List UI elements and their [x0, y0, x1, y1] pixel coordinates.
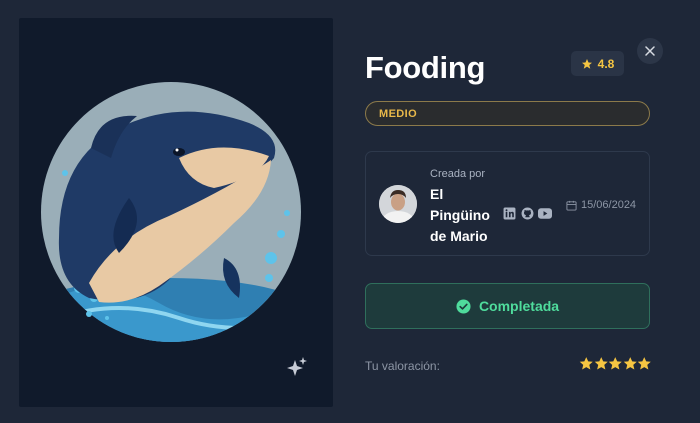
creation-date: 15/06/2024 — [566, 199, 636, 211]
social-links — [502, 206, 552, 220]
created-by-label: Creada por — [430, 168, 486, 180]
star-icon[interactable] — [579, 356, 594, 371]
challenge-modal: Fooding 4.8 MEDIO Creada por El Pingüino… — [0, 0, 700, 423]
rating-value: 4.8 — [597, 56, 615, 71]
star-icon — [581, 58, 592, 69]
challenge-image — [19, 18, 333, 407]
youtube-icon[interactable] — [538, 206, 552, 220]
page-title: Fooding — [365, 50, 486, 85]
close-icon — [645, 46, 655, 56]
star-icon[interactable] — [608, 356, 623, 371]
close-button[interactable] — [637, 38, 663, 64]
github-icon[interactable] — [520, 206, 534, 220]
rating-badge: 4.8 — [571, 51, 624, 76]
star-icon[interactable] — [623, 356, 638, 371]
star-icon[interactable] — [637, 356, 652, 371]
sparkle-icon — [287, 357, 307, 376]
completed-button[interactable]: Completada — [365, 283, 650, 329]
creator-card: Creada por El Pingüino de Mario 15/06/20… — [365, 151, 650, 256]
completed-label: Completada — [478, 298, 560, 314]
avatar[interactable] — [379, 185, 417, 223]
calendar-icon — [566, 200, 577, 211]
check-circle-icon — [456, 298, 471, 314]
linkedin-icon[interactable] — [502, 206, 516, 220]
avatar-photo — [379, 185, 417, 223]
your-rating-label: Tu valoración: — [365, 359, 440, 373]
date-text: 15/06/2024 — [581, 199, 637, 211]
orca-illustration — [41, 82, 301, 342]
user-rating-stars[interactable] — [579, 356, 652, 371]
author-name[interactable]: El Pingüino de Mario — [430, 184, 500, 247]
star-icon[interactable] — [594, 356, 609, 371]
level-badge: MEDIO — [365, 101, 650, 126]
